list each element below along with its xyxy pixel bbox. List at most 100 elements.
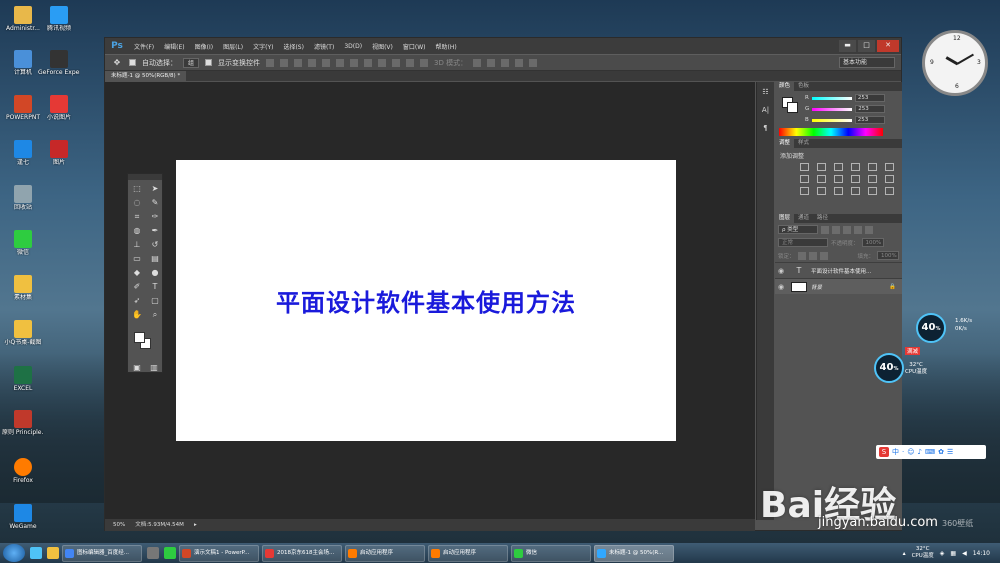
pen-tool-icon[interactable]: ✐ xyxy=(131,281,143,292)
layer-row-text[interactable]: ◉ T 平面设计软件基本使用... xyxy=(775,262,902,278)
path-select-tool-icon[interactable]: ➶ xyxy=(131,295,143,306)
align-right-icon[interactable] xyxy=(336,58,345,67)
menu-help[interactable]: 帮助(H) xyxy=(431,42,462,51)
posterize-icon[interactable] xyxy=(817,187,826,195)
tray-expand-icon[interactable]: ▴ xyxy=(903,550,906,557)
task-item-launch-2[interactable]: 启动应用程序 xyxy=(428,544,508,562)
brightness-icon[interactable] xyxy=(800,163,809,171)
photo-filter-icon[interactable] xyxy=(851,175,860,183)
tray-network-icon[interactable]: ▦ xyxy=(950,550,956,557)
dodge-tool-icon[interactable]: ● xyxy=(149,267,161,278)
align-left-icon[interactable] xyxy=(308,58,317,67)
move-tool-icon[interactable]: ✥ xyxy=(111,57,123,68)
exposure-icon[interactable] xyxy=(851,163,860,171)
type-tool-icon[interactable]: T xyxy=(149,281,161,292)
lock-pixels-icon[interactable] xyxy=(797,251,806,260)
quick-select-tool-icon[interactable]: ✎ xyxy=(149,197,161,208)
zoom-level[interactable]: 50% xyxy=(113,519,125,531)
distribute-middle-icon[interactable] xyxy=(364,58,373,67)
ime-chinese-icon[interactable]: 中 xyxy=(892,447,899,457)
brush-tool-icon[interactable]: ✒ xyxy=(149,225,161,236)
desktop-icon-geforce[interactable]: GeForce Experience xyxy=(38,50,80,76)
3d-roll-icon[interactable] xyxy=(487,58,496,67)
eraser-tool-icon[interactable]: ▭ xyxy=(131,253,143,264)
opacity-input[interactable]: 100% xyxy=(861,238,884,247)
hand-tool-icon[interactable]: ✋ xyxy=(131,309,143,320)
gradient-map-icon[interactable] xyxy=(885,163,894,171)
desktop-icon-wechat[interactable]: 微信 xyxy=(2,230,44,256)
marquee-tool-icon[interactable]: ⬚ xyxy=(131,183,143,194)
filter-adjustment-icon[interactable] xyxy=(832,225,840,234)
menu-window[interactable]: 窗口(W) xyxy=(398,42,431,51)
desktop-icon-tencent-video[interactable]: 腾讯视频 xyxy=(38,6,80,32)
invert-icon[interactable] xyxy=(800,187,809,195)
status-arrow-icon[interactable]: ▸ xyxy=(194,519,197,531)
blend-mode-dropdown[interactable]: 正常 xyxy=(778,238,828,247)
hue-saturation-icon[interactable] xyxy=(800,175,809,183)
distribute-bottom-icon[interactable] xyxy=(378,58,387,67)
auto-align-icon[interactable] xyxy=(420,58,429,67)
move-tool-icon[interactable]: ➤ xyxy=(149,183,161,194)
tray-volume-icon[interactable]: ◀ xyxy=(962,550,967,557)
healing-tool-icon[interactable]: ◍ xyxy=(131,225,143,236)
show-transform-checkbox[interactable] xyxy=(205,59,213,66)
filter-pixel-icon[interactable] xyxy=(821,225,829,234)
red-value-input[interactable]: 253 xyxy=(854,94,885,102)
distribute-top-icon[interactable] xyxy=(350,58,359,67)
layer-name[interactable]: 背景 xyxy=(811,283,822,291)
workspace-dropdown[interactable]: 基本功能 xyxy=(839,57,895,68)
ime-menu-icon[interactable]: ☰ xyxy=(947,448,953,456)
3d-slide-icon[interactable] xyxy=(515,58,524,67)
ime-skin-icon[interactable]: ✿ xyxy=(938,448,944,456)
curves-icon[interactable] xyxy=(834,163,843,171)
task-item-powerpoint[interactable]: 演示文稿1 - PowerP... xyxy=(179,544,259,562)
close-button[interactable]: ✕ xyxy=(877,40,899,52)
blur-tool-icon[interactable]: ◆ xyxy=(131,267,143,278)
blue-value-input[interactable]: 253 xyxy=(854,116,885,124)
align-middle-icon[interactable] xyxy=(280,58,289,67)
document-tab[interactable]: 未标题-1 @ 50%(RGB/8) * xyxy=(105,71,187,81)
levels-icon[interactable] xyxy=(817,163,826,171)
channel-mixer-icon[interactable] xyxy=(868,175,877,183)
menu-layer[interactable]: 图层(L) xyxy=(218,42,248,51)
panel-background-swatch[interactable] xyxy=(787,102,798,113)
selective-color-icon[interactable] xyxy=(851,187,860,195)
canvas-title-text[interactable]: 平面设计软件基本使用方法 xyxy=(276,283,576,318)
doc-size-info[interactable]: 文档:5.93M/4.54M xyxy=(135,519,184,531)
filter-type-icon[interactable] xyxy=(843,225,851,234)
tab-channels[interactable]: 通道 xyxy=(794,214,813,223)
ime-emoji-icon[interactable]: ☺ xyxy=(907,448,914,456)
red-slider[interactable] xyxy=(811,96,852,100)
desktop-icon-principle[interactable]: 原则 Principle... xyxy=(2,410,44,436)
quicklaunch-folder-icon[interactable] xyxy=(47,547,59,559)
zoom-tool-icon[interactable]: ⌕ xyxy=(149,309,161,320)
menu-3d[interactable]: 3D(D) xyxy=(339,43,367,50)
fill-input[interactable]: 100% xyxy=(877,251,899,260)
3d-scale-icon[interactable] xyxy=(529,58,538,67)
tab-paths[interactable]: 路径 xyxy=(813,214,832,223)
pattern-fill-icon[interactable] xyxy=(885,187,894,195)
black-white-icon[interactable] xyxy=(834,175,843,183)
menu-view[interactable]: 视图(V) xyxy=(367,42,398,51)
green-value-input[interactable]: 253 xyxy=(855,105,886,113)
history-brush-icon[interactable]: ↺ xyxy=(149,239,161,250)
tab-styles[interactable]: 样式 xyxy=(794,139,813,148)
task-item-launch-1[interactable]: 启动应用程序 xyxy=(345,544,425,562)
menu-select[interactable]: 选择(S) xyxy=(278,42,309,51)
color-spectrum[interactable] xyxy=(779,128,883,136)
foreground-color-swatch[interactable] xyxy=(134,332,145,343)
ime-keyboard-icon[interactable]: ⌨ xyxy=(925,448,935,456)
align-bottom-icon[interactable] xyxy=(294,58,303,67)
task-item-wechat[interactable]: 微信 xyxy=(511,544,591,562)
start-button[interactable] xyxy=(3,544,25,562)
layer-kind-filter[interactable]: ρ 类型 xyxy=(778,225,818,234)
desktop-icon-firefox[interactable]: Firefox xyxy=(2,458,44,484)
green-slider[interactable] xyxy=(812,107,853,111)
visibility-eye-icon[interactable]: ◉ xyxy=(775,267,787,275)
quicklaunch-media-icon[interactable] xyxy=(164,547,176,559)
ime-voice-icon[interactable]: ♪ xyxy=(918,448,922,456)
gradient-fill-icon[interactable] xyxy=(868,187,877,195)
crop-tool-icon[interactable]: ⌗ xyxy=(131,211,143,222)
align-center-icon[interactable] xyxy=(322,58,331,67)
task-item-photoshop[interactable]: 未标题-1 @ 50%(R... xyxy=(594,544,674,562)
